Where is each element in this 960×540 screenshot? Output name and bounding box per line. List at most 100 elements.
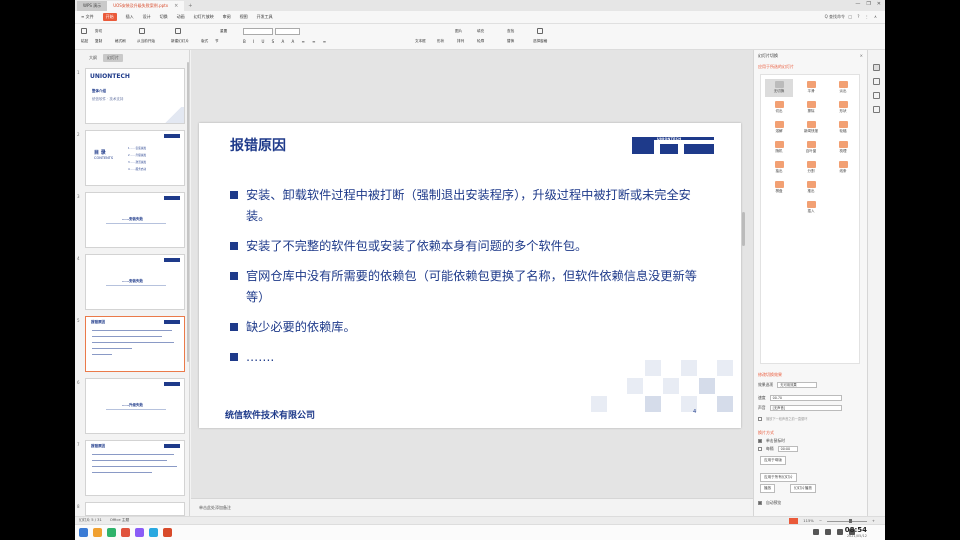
tab-outline[interactable]: 大纲	[89, 55, 97, 61]
network-icon[interactable]	[813, 529, 819, 535]
tab-slides[interactable]: 幻灯片	[103, 54, 123, 62]
transition-checkerboard[interactable]: 棋盘	[765, 179, 793, 197]
menu-right-icons[interactable]: □ ? ⋮ ∧	[848, 14, 879, 19]
transition-push[interactable]: 推出	[797, 179, 825, 197]
menu-file[interactable]: ≡ 文件	[81, 14, 94, 20]
thumbnail-slide-5[interactable]: 报错原因	[85, 316, 185, 372]
menu-animations[interactable]: 动画	[177, 14, 185, 20]
input-method-icon[interactable]	[837, 529, 843, 535]
menu-review[interactable]: 审阅	[223, 14, 231, 20]
font-name-field[interactable]	[243, 28, 273, 35]
fill-button[interactable]: 填充	[477, 29, 484, 34]
zoom-slider[interactable]	[826, 519, 867, 523]
app-store-icon[interactable]	[121, 528, 130, 537]
thumbnail-slide-4[interactable]: ……安装失败	[85, 254, 185, 310]
terminal-icon[interactable]	[135, 528, 144, 537]
wps-icon[interactable]	[163, 528, 172, 537]
minimize-icon[interactable]: —	[855, 1, 860, 7]
transition-comb[interactable]: 梳理	[829, 139, 857, 157]
layout-button[interactable]: 版式	[201, 39, 208, 44]
picture-button[interactable]: 图片	[455, 29, 462, 34]
transition-wheel[interactable]: 轮辐	[829, 119, 857, 137]
maximize-icon[interactable]: ❐	[866, 1, 870, 7]
every-checkbox[interactable]	[758, 447, 762, 451]
menu-developer[interactable]: 开发工具	[257, 14, 273, 20]
close-panel-icon[interactable]: ×	[860, 53, 863, 58]
font-size-field[interactable]	[275, 28, 300, 35]
transition-split[interactable]: 分割	[797, 159, 825, 177]
menu-view[interactable]: 视图	[240, 14, 248, 20]
thumbnail-slide-8[interactable]	[85, 502, 185, 516]
animation-panel-icon[interactable]	[873, 78, 880, 85]
launcher-icon[interactable]	[79, 528, 88, 537]
menu-slideshow[interactable]: 幻灯片放映	[194, 14, 214, 20]
new-slide-button[interactable]	[175, 28, 182, 34]
section-button[interactable]: 节	[215, 39, 219, 44]
find-button[interactable]: 查找	[507, 29, 514, 34]
format-painter-button[interactable]: 格式刷	[115, 39, 126, 44]
menu-transitions[interactable]: 切换	[160, 14, 168, 20]
thumbnail-slide-1[interactable]: UNIONTECH 整体介绍 统信软件 · 技术支持	[85, 68, 185, 124]
transition-random[interactable]: 随机	[765, 139, 793, 157]
transition-insert[interactable]: 插入	[797, 199, 825, 217]
replace-button[interactable]: 替换	[507, 39, 514, 44]
textbox-button[interactable]: 文本框	[415, 39, 426, 44]
arrange-button[interactable]: 排列	[457, 39, 464, 44]
properties-icon[interactable]	[873, 92, 880, 99]
shapes-button[interactable]: 形状	[437, 39, 444, 44]
transition-newsflash[interactable]: 新闻快报	[797, 119, 825, 137]
transition-lines[interactable]: 线条	[829, 159, 857, 177]
from-current-button[interactable]	[139, 28, 146, 34]
bullet-list[interactable]: 安装、卸载软件过程中被打断（强制退出安装程序），升级过程中被打断或未完全安装。 …	[230, 185, 700, 377]
loop-checkbox[interactable]	[758, 416, 762, 421]
effect-options-select[interactable]: 无可用效果	[777, 382, 818, 388]
thumbnail-slide-3[interactable]: ……安装失败	[85, 192, 185, 248]
zoom-in-icon[interactable]: +	[872, 519, 875, 523]
settings-icon[interactable]	[873, 106, 880, 113]
new-tab-icon[interactable]: +	[188, 3, 192, 9]
transition-cut[interactable]: 切出	[765, 99, 793, 117]
current-slide[interactable]: 报错原因 UNIONTECH 安装、卸载软件过程中被打断（强制退出安装程序），升…	[199, 123, 741, 428]
transition-dissolve[interactable]: 溶解	[765, 119, 793, 137]
format-buttons[interactable]: B I U S A A ≡ ≡ ≡	[243, 39, 329, 44]
close-window-icon[interactable]: ✕	[877, 1, 881, 7]
zoom-out-icon[interactable]: −	[819, 519, 822, 523]
every-input[interactable]: 00:00	[777, 446, 798, 452]
transition-blinds[interactable]: 百叶窗	[797, 139, 825, 157]
menu-home[interactable]: 开始	[102, 13, 117, 21]
transition-wipe[interactable]: 擦除	[797, 99, 825, 117]
clock[interactable]: 08:54 2021/05/12	[845, 526, 867, 539]
on-click-checkbox[interactable]	[758, 439, 762, 443]
outline-button[interactable]: 轮廓	[477, 39, 484, 44]
browser-icon[interactable]	[107, 528, 116, 537]
file-manager-icon[interactable]	[93, 528, 102, 537]
transition-shape[interactable]: 形状	[829, 99, 857, 117]
reset-button[interactable]: 重置	[220, 29, 227, 34]
speed-input[interactable]: 00.70	[769, 395, 842, 401]
apply-master-button[interactable]: 应用于母版	[760, 456, 786, 465]
autopreview-checkbox[interactable]	[758, 501, 762, 505]
close-tab-icon[interactable]: ×	[174, 1, 178, 11]
play-button[interactable]: 播放	[760, 484, 776, 493]
thumbnail-slide-6[interactable]: ……升级失败	[85, 378, 185, 434]
slideshow-button[interactable]: 幻灯片播放	[790, 484, 816, 493]
thumbnail-scrollbar[interactable]	[187, 62, 189, 362]
transition-smooth[interactable]: 平滑	[797, 79, 825, 97]
transition-fade[interactable]: 淡出	[829, 79, 857, 97]
app-tab[interactable]: WPS 演示	[77, 0, 108, 11]
menu-insert[interactable]: 插入	[126, 14, 134, 20]
select-pane-button[interactable]	[537, 28, 544, 34]
command-search[interactable]: Q 查找命令	[825, 14, 845, 20]
volume-icon[interactable]	[825, 529, 831, 535]
transition-none[interactable]: 无切换	[765, 79, 793, 97]
notes-pane[interactable]: 单击此处添加备注	[191, 498, 753, 516]
sound-select[interactable]: [无声音]	[769, 405, 842, 411]
menu-design[interactable]: 设计	[143, 14, 151, 20]
thumbnail-slide-2[interactable]: 目 录 CONTENTS 1 ……安装失败 2 ……升级失败 3 ……激活失败 …	[85, 130, 185, 186]
settings-app-icon[interactable]	[149, 528, 158, 537]
slide-title[interactable]: 报错原因	[230, 135, 286, 155]
document-tab[interactable]: UOS安装及升级失败案例.pptx ×	[107, 0, 185, 11]
canvas-scrollbar[interactable]	[742, 212, 745, 246]
zoom-level[interactable]: 115%	[803, 519, 814, 523]
transition-pull[interactable]: 抽出	[765, 159, 793, 177]
